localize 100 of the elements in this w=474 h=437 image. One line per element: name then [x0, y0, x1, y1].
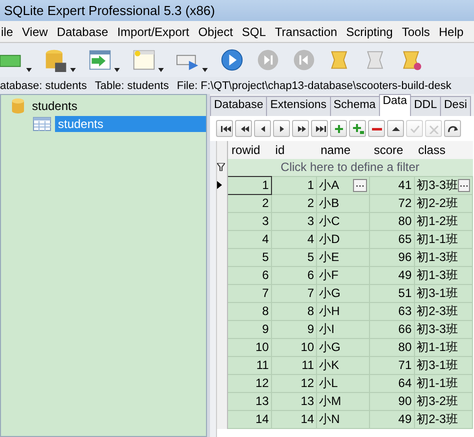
column-header[interactable]: score: [370, 141, 414, 159]
table-cell: 初3-2班: [414, 392, 472, 410]
table-cell: 11: [271, 356, 317, 374]
table-cell: 初1-1班: [414, 338, 472, 356]
column-header[interactable]: id: [271, 141, 317, 159]
cancel-icon: [428, 124, 440, 134]
table-cell: 小L: [316, 374, 370, 392]
next-button[interactable]: [273, 120, 290, 137]
prev-button[interactable]: [254, 120, 271, 137]
column-header[interactable]: name: [316, 141, 370, 159]
tab[interactable]: Schema: [330, 96, 380, 116]
table-cell: 小I: [316, 320, 370, 338]
menu-item[interactable]: Import/Export: [116, 24, 190, 38]
refresh-icon: [446, 124, 458, 134]
first-button[interactable]: [216, 120, 233, 137]
menu-item[interactable]: Database: [56, 24, 110, 38]
menu-item[interactable]: Help: [438, 24, 465, 38]
tab[interactable]: Desi: [440, 96, 472, 116]
table-cell: 71: [370, 356, 414, 374]
table-cell: 13: [271, 392, 317, 410]
table-cell: 初2-3班: [414, 410, 472, 428]
table-cell: 3: [227, 212, 272, 230]
table-cell: 64: [370, 374, 414, 392]
table-cell: 初1-2班: [414, 212, 472, 230]
tab[interactable]: Data: [378, 94, 411, 116]
table-cell: 初1-1班: [414, 374, 472, 392]
table-cell: 5: [271, 248, 317, 266]
table-cell: 1: [271, 176, 317, 194]
table-cell: 小A: [319, 178, 340, 193]
table-cell: 6: [271, 266, 317, 284]
last-button[interactable]: [311, 120, 328, 137]
menu-item[interactable]: Tools: [400, 24, 431, 38]
dropdown-arrow-icon[interactable]: [26, 68, 32, 72]
dropdown-arrow-icon[interactable]: [70, 68, 76, 72]
insert-button[interactable]: [349, 120, 366, 137]
table-cell: 小C: [316, 212, 370, 230]
file-path: File: F:\QT\project\chap13-database\scooters-build-desk: [176, 80, 452, 92]
table-cell: 80: [370, 338, 414, 356]
table-cell: 41: [370, 176, 414, 194]
database-save-icon[interactable]: [44, 48, 68, 72]
menu-item[interactable]: SQL: [240, 24, 267, 38]
tab[interactable]: DDL: [410, 96, 441, 116]
filter-row[interactable]: Click here to define a filter: [227, 159, 472, 176]
table-cell: 66: [370, 320, 414, 338]
table-cell: 51: [370, 284, 414, 302]
prev-page-button[interactable]: [235, 120, 252, 137]
add-icon: [332, 124, 344, 134]
table-icon: [33, 117, 51, 131]
tab[interactable]: Extensions: [266, 96, 330, 116]
ellipsis-button[interactable]: [458, 179, 470, 192]
table-cell: 63: [370, 302, 414, 320]
next-page-button[interactable]: [292, 120, 309, 137]
table-cell: 初3-1班: [414, 284, 472, 302]
post-icon: [408, 124, 420, 134]
tree-item[interactable]: students: [29, 98, 80, 114]
insert-icon: [352, 124, 364, 134]
table-cell: 1: [227, 176, 272, 194]
table-cell: 小N: [316, 410, 370, 428]
table-cell: 小B: [316, 194, 370, 212]
table-cell: 小G: [316, 284, 370, 302]
table-cell: 初1-3班: [414, 266, 472, 284]
column-header[interactable]: class: [414, 141, 472, 159]
table-cell: 小G: [316, 338, 370, 356]
table-cell: 初3-3班: [416, 178, 458, 193]
table-cell: 3: [271, 212, 317, 230]
table-cell: 初1-3班: [414, 248, 472, 266]
delete-button[interactable]: [368, 120, 385, 137]
table-cell: 5: [227, 248, 272, 266]
table-cell: 10: [227, 338, 272, 356]
table-cell: 80: [370, 212, 414, 230]
up-button[interactable]: [387, 120, 404, 137]
table-cell: 小F: [316, 266, 370, 284]
table-cell: 初3-1班: [414, 356, 472, 374]
table-cell: 90: [370, 392, 414, 410]
menu-item[interactable]: Transaction: [274, 24, 338, 38]
tab[interactable]: Database: [210, 96, 268, 116]
dropdown-arrow-icon[interactable]: [114, 68, 120, 72]
refresh-button[interactable]: [444, 120, 461, 137]
dropdown-arrow-icon[interactable]: [202, 68, 208, 72]
table-cell: 13: [227, 392, 272, 410]
table-cell: 小K: [316, 356, 370, 374]
ellipsis-button[interactable]: [353, 179, 368, 192]
table-cell: 12: [271, 374, 317, 392]
table-cell: 2: [271, 194, 317, 212]
play-icon[interactable]: [220, 48, 244, 72]
database-icon: [11, 98, 25, 114]
table-cell: 小M: [316, 392, 370, 410]
first-icon: [218, 124, 230, 134]
table-cell: 初3-3班: [414, 320, 472, 338]
menu-item[interactable]: Scripting: [345, 24, 394, 38]
menu-item[interactable]: Object: [197, 24, 234, 38]
table-cell: 12: [227, 374, 272, 392]
add-button[interactable]: [330, 120, 347, 137]
menu-item[interactable]: View: [21, 24, 49, 38]
column-header[interactable]: rowid: [227, 141, 272, 159]
menu-item[interactable]: ile: [0, 24, 14, 38]
scroll-icon[interactable]: [400, 48, 424, 72]
filter-icon[interactable]: [217, 163, 225, 172]
table-cell: 7: [227, 284, 272, 302]
dropdown-arrow-icon[interactable]: [158, 68, 164, 72]
